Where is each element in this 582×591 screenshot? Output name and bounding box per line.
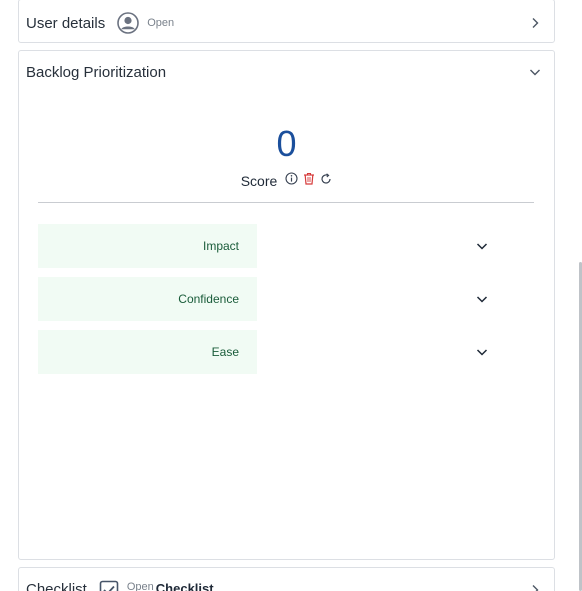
score-label: Score [240, 173, 278, 189]
user-details-header[interactable]: User details Open [19, 2, 554, 44]
factor-label: Confidence [178, 292, 239, 306]
factor-label: Impact [202, 239, 239, 253]
factor-label: Ease [211, 345, 239, 359]
factor-impact[interactable]: Impact [38, 224, 257, 268]
backlog-header[interactable]: Backlog Prioritization [19, 51, 554, 93]
user-circle-icon [117, 12, 140, 34]
checklist-title: Checklist [26, 581, 87, 591]
trash-icon[interactable] [303, 172, 315, 190]
factor-ease[interactable]: Ease [38, 330, 257, 374]
scrollbar[interactable] [578, 0, 582, 591]
user-details-panel: User details Open [18, 0, 555, 43]
user-details-title: User details [26, 14, 106, 32]
backlog-title: Backlog Prioritization [26, 63, 167, 81]
backlog-prioritization-panel: Backlog Prioritization 0 Score Impact Co… [18, 50, 555, 560]
refresh-icon[interactable] [320, 172, 332, 190]
checklist-bold-label: Checklist [155, 581, 214, 591]
page: User details Open Backlog Prioritization… [0, 0, 582, 591]
user-details-status: Open [147, 17, 175, 29]
chevron-down-icon[interactable] [475, 345, 489, 359]
info-icon[interactable] [285, 172, 298, 190]
factor-confidence[interactable]: Confidence [38, 277, 257, 321]
checklist-status: Open [126, 581, 154, 591]
chevron-down-icon[interactable] [528, 65, 542, 79]
checklist-header[interactable]: Checklist Open Checklist [19, 568, 554, 591]
chevron-right-icon[interactable] [528, 16, 542, 30]
chevron-right-icon[interactable] [528, 583, 542, 591]
score-row: Score [19, 172, 554, 190]
checkbox-icon [99, 580, 119, 591]
score-value: 0 [276, 123, 297, 164]
chevron-down-icon[interactable] [475, 292, 489, 306]
checklist-panel: Checklist Open Checklist [18, 567, 555, 591]
chevron-down-icon[interactable] [475, 239, 489, 253]
score-divider [38, 202, 534, 203]
